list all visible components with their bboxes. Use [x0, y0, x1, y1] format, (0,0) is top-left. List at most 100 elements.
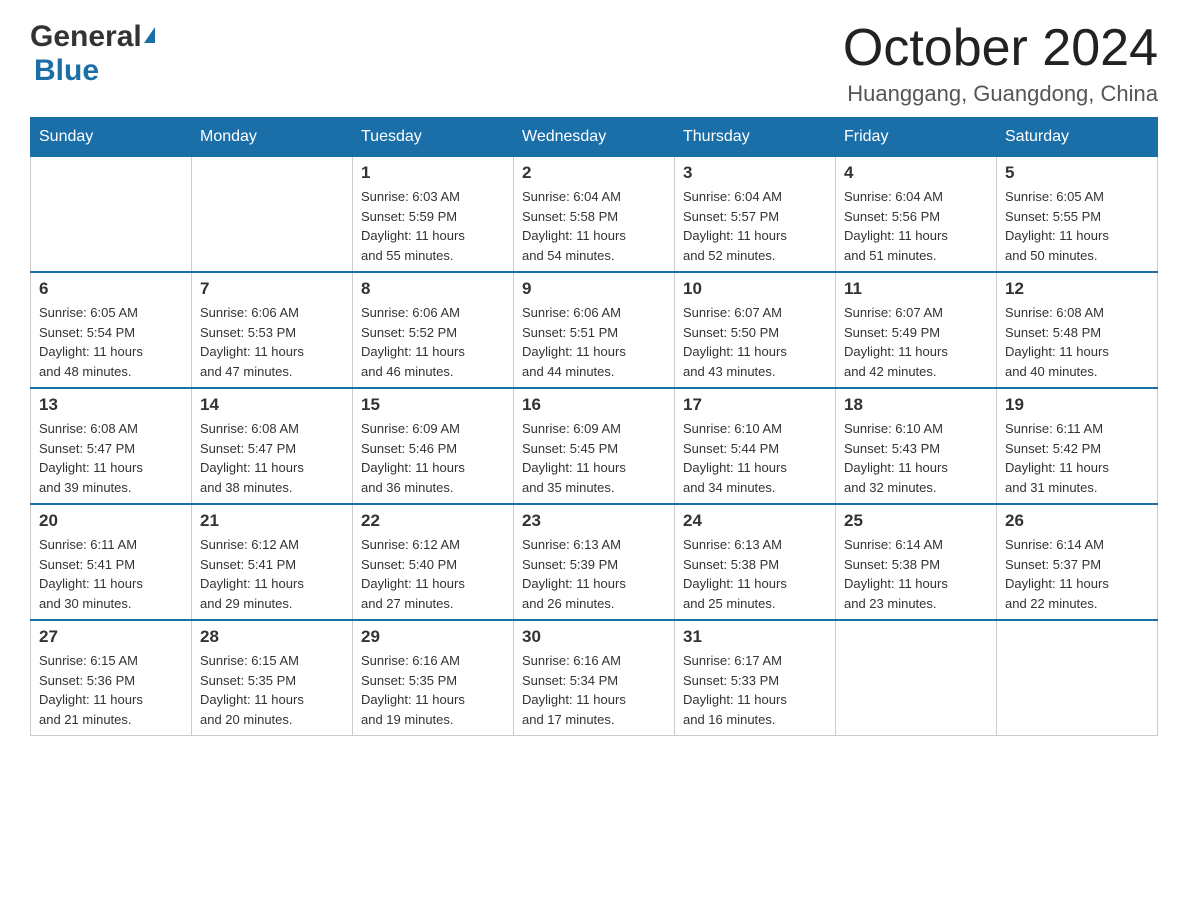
title-area: October 2024 Huanggang, Guangdong, China [843, 20, 1158, 107]
weekday-header-friday: Friday [836, 118, 997, 157]
calendar-cell [31, 157, 192, 273]
day-info: Sunrise: 6:12 AMSunset: 5:40 PMDaylight:… [361, 535, 505, 613]
calendar-cell: 25Sunrise: 6:14 AMSunset: 5:38 PMDayligh… [836, 504, 997, 620]
weekday-header-saturday: Saturday [997, 118, 1158, 157]
calendar-cell: 26 Sunrise: 6:14 AMSunset: 5:37 PMDayligh… [997, 504, 1158, 620]
calendar-cell: 14 Sunrise: 6:08 AMSunset: 5:47 PMDayligh… [192, 388, 353, 504]
day-number: 3 [683, 163, 827, 183]
calendar-cell: 11Sunrise: 6:07 AMSunset: 5:49 PMDayligh… [836, 272, 997, 388]
day-number: 26 [1005, 511, 1149, 531]
day-info: Sunrise: 6:11 AMSunset: 5:41 PMDaylight:… [39, 535, 183, 613]
day-number: 20 [39, 511, 183, 531]
calendar-cell: 28 Sunrise: 6:15 AMSunset: 5:35 PMDayligh… [192, 620, 353, 736]
day-number: 19 [1005, 395, 1149, 415]
weekday-header-sunday: Sunday [31, 118, 192, 157]
calendar-cell: 24 Sunrise: 6:13 AMSunset: 5:38 PMDayligh… [675, 504, 836, 620]
calendar-cell: 23Sunrise: 6:13 AMSunset: 5:39 PMDayligh… [514, 504, 675, 620]
day-number: 6 [39, 279, 183, 299]
day-number: 24 [683, 511, 827, 531]
day-number: 5 [1005, 163, 1149, 183]
day-number: 25 [844, 511, 988, 531]
calendar-cell: 6 Sunrise: 6:05 AMSunset: 5:54 PMDaylight… [31, 272, 192, 388]
day-number: 23 [522, 511, 666, 531]
day-info: Sunrise: 6:03 AMSunset: 5:59 PMDaylight:… [361, 187, 505, 265]
day-info: Sunrise: 6:04 AMSunset: 5:57 PMDaylight:… [683, 187, 827, 265]
calendar-cell: 8Sunrise: 6:06 AMSunset: 5:52 PMDaylight… [353, 272, 514, 388]
calendar-cell: 21 Sunrise: 6:12 AMSunset: 5:41 PMDayligh… [192, 504, 353, 620]
day-info: Sunrise: 6:09 AMSunset: 5:46 PMDaylight:… [361, 419, 505, 497]
calendar-cell: 27Sunrise: 6:15 AMSunset: 5:36 PMDayligh… [31, 620, 192, 736]
day-info: Sunrise: 6:16 AMSunset: 5:34 PMDaylight:… [522, 651, 666, 729]
week-row-4: 20 Sunrise: 6:11 AMSunset: 5:41 PMDayligh… [31, 504, 1158, 620]
logo-blue-word: Blue [34, 54, 99, 87]
day-number: 9 [522, 279, 666, 299]
day-info: Sunrise: 6:10 AMSunset: 5:43 PMDaylight:… [844, 419, 988, 497]
day-number: 21 [200, 511, 344, 531]
day-number: 2 [522, 163, 666, 183]
calendar-cell [836, 620, 997, 736]
day-info: Sunrise: 6:08 AMSunset: 5:48 PMDaylight:… [1005, 303, 1149, 381]
day-info: Sunrise: 6:10 AMSunset: 5:44 PMDaylight:… [683, 419, 827, 497]
month-title: October 2024 [843, 20, 1158, 77]
day-number: 4 [844, 163, 988, 183]
calendar-cell: 7Sunrise: 6:06 AMSunset: 5:53 PMDaylight… [192, 272, 353, 388]
day-number: 30 [522, 627, 666, 647]
calendar-cell: 10 Sunrise: 6:07 AMSunset: 5:50 PMDayligh… [675, 272, 836, 388]
calendar-cell: 2 Sunrise: 6:04 AMSunset: 5:58 PMDaylight… [514, 157, 675, 273]
calendar-cell: 22 Sunrise: 6:12 AMSunset: 5:40 PMDayligh… [353, 504, 514, 620]
calendar-cell: 9Sunrise: 6:06 AMSunset: 5:51 PMDaylight… [514, 272, 675, 388]
weekday-header-wednesday: Wednesday [514, 118, 675, 157]
logo: General [30, 20, 155, 54]
day-info: Sunrise: 6:08 AMSunset: 5:47 PMDaylight:… [39, 419, 183, 497]
day-number: 14 [200, 395, 344, 415]
day-info: Sunrise: 6:04 AMSunset: 5:56 PMDaylight:… [844, 187, 988, 265]
week-row-3: 13 Sunrise: 6:08 AMSunset: 5:47 PMDayligh… [31, 388, 1158, 504]
day-number: 10 [683, 279, 827, 299]
logo-area: General Blue [30, 20, 155, 88]
day-info: Sunrise: 6:12 AMSunset: 5:41 PMDaylight:… [200, 535, 344, 613]
day-info: Sunrise: 6:05 AMSunset: 5:55 PMDaylight:… [1005, 187, 1149, 265]
calendar-cell: 29Sunrise: 6:16 AMSunset: 5:35 PMDayligh… [353, 620, 514, 736]
day-number: 18 [844, 395, 988, 415]
day-info: Sunrise: 6:06 AMSunset: 5:53 PMDaylight:… [200, 303, 344, 381]
day-info: Sunrise: 6:07 AMSunset: 5:49 PMDaylight:… [844, 303, 988, 381]
weekday-header-thursday: Thursday [675, 118, 836, 157]
logo-general: General [30, 20, 142, 54]
location-title: Huanggang, Guangdong, China [843, 81, 1158, 107]
weekday-header-row: SundayMondayTuesdayWednesdayThursdayFrid… [31, 118, 1158, 157]
day-number: 13 [39, 395, 183, 415]
day-info: Sunrise: 6:15 AMSunset: 5:35 PMDaylight:… [200, 651, 344, 729]
calendar-cell: 15 Sunrise: 6:09 AMSunset: 5:46 PMDayligh… [353, 388, 514, 504]
day-info: Sunrise: 6:04 AMSunset: 5:58 PMDaylight:… [522, 187, 666, 265]
day-number: 29 [361, 627, 505, 647]
calendar-table: SundayMondayTuesdayWednesdayThursdayFrid… [30, 117, 1158, 736]
header: General Blue October 2024 Huanggang, Gua… [30, 20, 1158, 107]
calendar-cell: 12 Sunrise: 6:08 AMSunset: 5:48 PMDayligh… [997, 272, 1158, 388]
calendar-cell: 4 Sunrise: 6:04 AMSunset: 5:56 PMDaylight… [836, 157, 997, 273]
day-number: 28 [200, 627, 344, 647]
day-number: 16 [522, 395, 666, 415]
day-info: Sunrise: 6:07 AMSunset: 5:50 PMDaylight:… [683, 303, 827, 381]
day-number: 15 [361, 395, 505, 415]
calendar-cell: 17 Sunrise: 6:10 AMSunset: 5:44 PMDayligh… [675, 388, 836, 504]
day-info: Sunrise: 6:13 AMSunset: 5:38 PMDaylight:… [683, 535, 827, 613]
day-number: 22 [361, 511, 505, 531]
calendar-cell: 5 Sunrise: 6:05 AMSunset: 5:55 PMDaylight… [997, 157, 1158, 273]
day-number: 12 [1005, 279, 1149, 299]
day-number: 31 [683, 627, 827, 647]
day-number: 8 [361, 279, 505, 299]
logo-blue-text: Blue [34, 54, 99, 88]
day-info: Sunrise: 6:09 AMSunset: 5:45 PMDaylight:… [522, 419, 666, 497]
calendar-cell: 13 Sunrise: 6:08 AMSunset: 5:47 PMDayligh… [31, 388, 192, 504]
calendar-cell: 3 Sunrise: 6:04 AMSunset: 5:57 PMDaylight… [675, 157, 836, 273]
logo-triangle-icon [144, 27, 155, 43]
day-info: Sunrise: 6:14 AMSunset: 5:37 PMDaylight:… [1005, 535, 1149, 613]
calendar-cell [192, 157, 353, 273]
day-number: 17 [683, 395, 827, 415]
day-info: Sunrise: 6:08 AMSunset: 5:47 PMDaylight:… [200, 419, 344, 497]
day-info: Sunrise: 6:15 AMSunset: 5:36 PMDaylight:… [39, 651, 183, 729]
calendar-cell: 31Sunrise: 6:17 AMSunset: 5:33 PMDayligh… [675, 620, 836, 736]
day-info: Sunrise: 6:05 AMSunset: 5:54 PMDaylight:… [39, 303, 183, 381]
calendar-cell: 18 Sunrise: 6:10 AMSunset: 5:43 PMDayligh… [836, 388, 997, 504]
calendar-cell [997, 620, 1158, 736]
